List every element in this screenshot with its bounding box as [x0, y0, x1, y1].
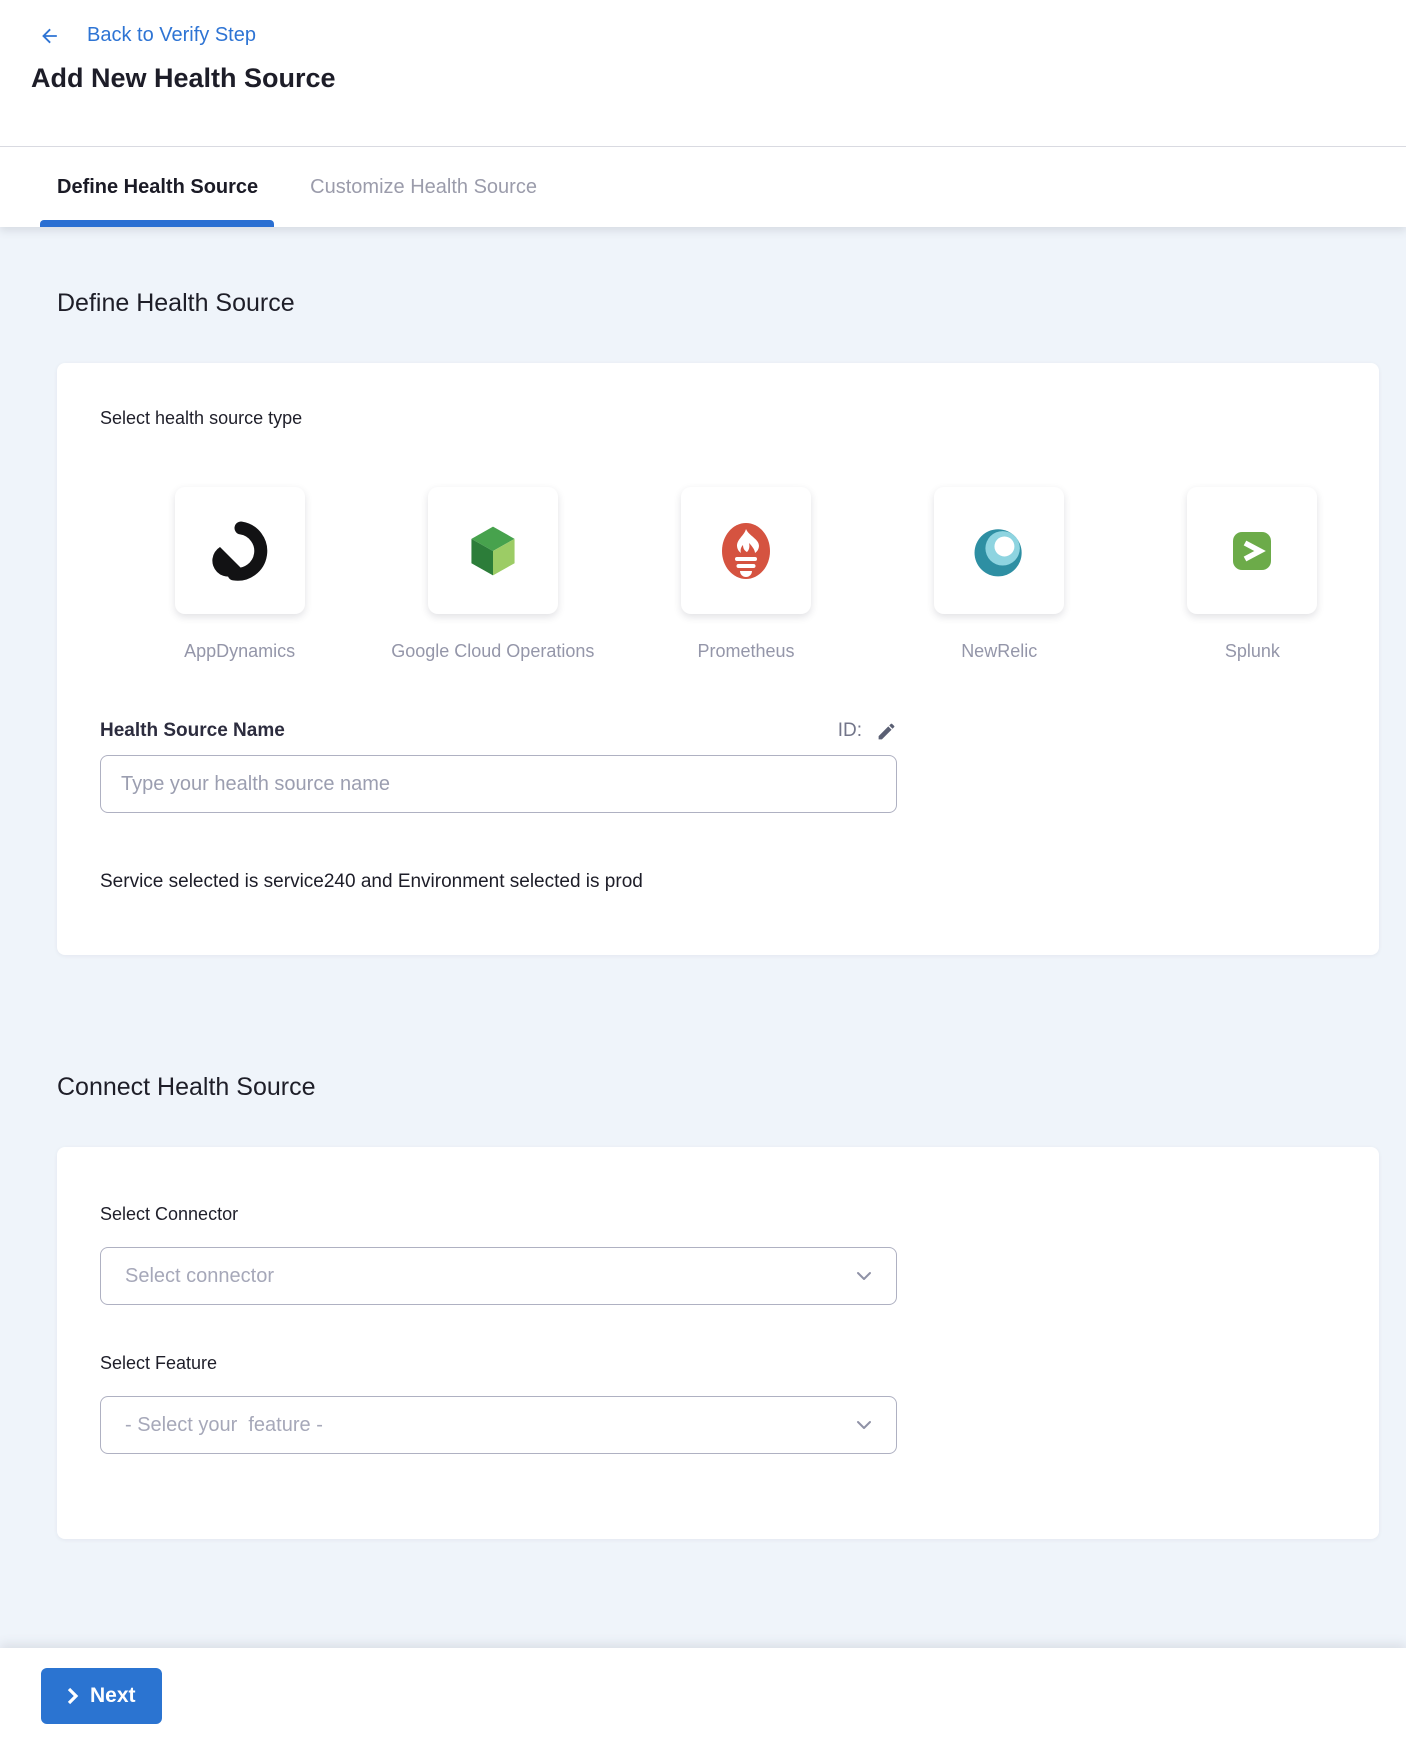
newrelic-icon	[970, 522, 1028, 580]
source-type-label: AppDynamics	[184, 641, 295, 662]
health-source-name-row: Health Source Name ID:	[100, 720, 897, 742]
health-source-name-label: Health Source Name	[100, 720, 285, 742]
select-feature-label: Select Feature	[100, 1353, 1379, 1374]
back-link[interactable]: Back to Verify Step	[0, 0, 1406, 47]
splunk-icon	[1220, 519, 1284, 583]
id-group: ID:	[838, 720, 897, 742]
edit-id-button[interactable]	[876, 721, 897, 742]
feature-select[interactable]: - Select your feature -	[100, 1396, 897, 1454]
main-content: Define Health Source Select health sourc…	[0, 227, 1406, 1648]
tab-customize-health-source[interactable]: Customize Health Source	[310, 147, 537, 227]
source-type-label: Google Cloud Operations	[391, 641, 594, 662]
define-section-heading: Define Health Source	[57, 289, 1379, 318]
appdynamics-tile[interactable]	[175, 487, 305, 614]
source-type-splunk: Splunk	[1126, 487, 1379, 662]
newrelic-tile[interactable]	[934, 487, 1064, 614]
google-cloud-operations-icon	[463, 521, 523, 581]
back-arrow-icon	[36, 25, 63, 47]
source-type-appdynamics: AppDynamics	[113, 487, 366, 662]
feature-select-value: - Select your feature -	[125, 1414, 323, 1437]
page-title: Add New Health Source	[31, 63, 1406, 94]
source-type-label: Splunk	[1225, 641, 1280, 662]
source-type-prometheus: Prometheus	[619, 487, 872, 662]
pencil-icon	[876, 721, 897, 742]
source-type-row: AppDynamics Google Cloud Operations	[113, 487, 1379, 662]
google-cloud-operations-tile[interactable]	[428, 487, 558, 614]
source-type-google-cloud-operations: Google Cloud Operations	[366, 487, 619, 662]
footer-bar: Next	[0, 1648, 1406, 1744]
connector-select-value: Select connector	[125, 1265, 274, 1288]
chevron-down-icon	[856, 1271, 872, 1281]
service-environment-text: Service selected is service240 and Envir…	[100, 871, 1379, 893]
back-link-label: Back to Verify Step	[87, 24, 256, 47]
next-button[interactable]: Next	[41, 1668, 162, 1724]
select-source-type-label: Select health source type	[100, 408, 1379, 429]
source-type-newrelic: NewRelic	[873, 487, 1126, 662]
id-label: ID:	[838, 720, 862, 742]
chevron-down-icon	[856, 1420, 872, 1430]
connect-section-heading: Connect Health Source	[57, 1073, 1379, 1102]
connector-select[interactable]: Select connector	[100, 1247, 897, 1305]
select-connector-label: Select Connector	[100, 1204, 1379, 1225]
tab-define-health-source[interactable]: Define Health Source	[57, 147, 258, 227]
splunk-tile[interactable]	[1187, 487, 1317, 614]
tab-bar: Define Health Source Customize Health So…	[0, 147, 1406, 227]
define-health-source-card: Select health source type AppDynamics	[57, 363, 1379, 955]
next-button-label: Next	[90, 1684, 136, 1708]
chevron-right-icon	[67, 1687, 79, 1705]
health-source-name-input[interactable]	[100, 755, 897, 813]
source-type-label: Prometheus	[697, 641, 794, 662]
source-type-label: NewRelic	[961, 641, 1037, 662]
appdynamics-icon	[208, 519, 272, 583]
connect-health-source-card: Select Connector Select connector Select…	[57, 1147, 1379, 1539]
page-header: Back to Verify Step Add New Health Sourc…	[0, 0, 1406, 147]
prometheus-icon	[714, 519, 778, 583]
prometheus-tile[interactable]	[681, 487, 811, 614]
